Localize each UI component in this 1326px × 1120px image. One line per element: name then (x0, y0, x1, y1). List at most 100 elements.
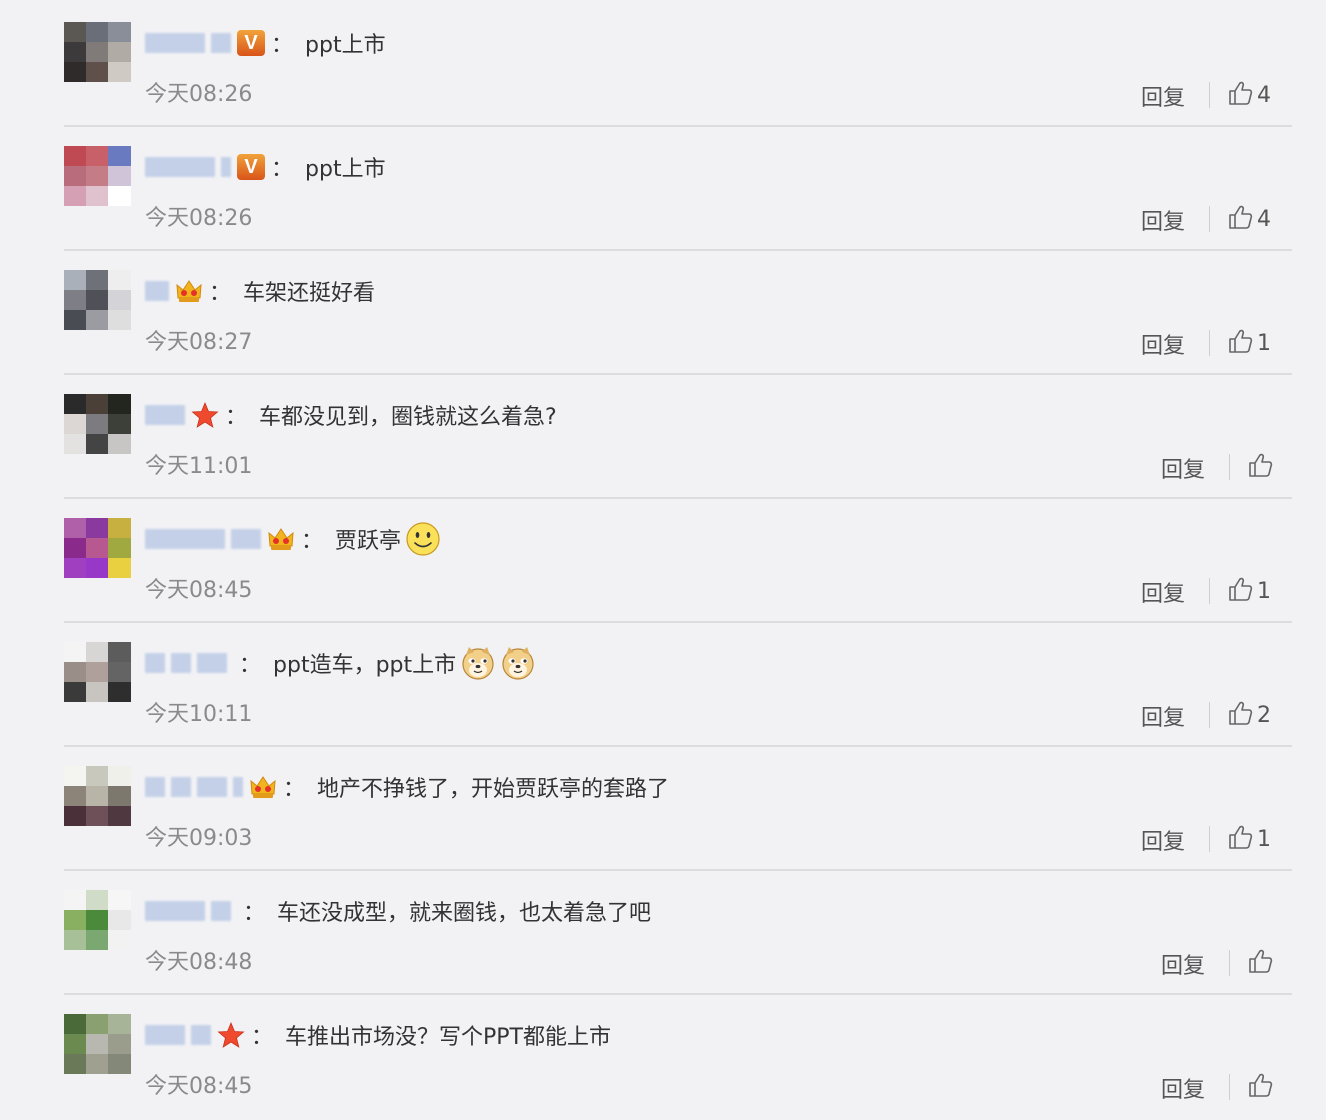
username-blurred[interactable] (211, 901, 231, 921)
username-blurred[interactable] (145, 281, 169, 301)
separator (1209, 206, 1210, 232)
avatar-pixel (64, 786, 87, 807)
avatar[interactable] (64, 518, 132, 578)
username-blurred[interactable] (145, 1025, 185, 1045)
reply-button[interactable]: 回复 (1161, 948, 1205, 980)
username-blurred[interactable] (145, 157, 215, 177)
username-blurred[interactable] (145, 777, 165, 797)
avatar[interactable] (64, 766, 132, 826)
avatar[interactable] (64, 270, 132, 330)
reply-button[interactable]: 回复 (1141, 328, 1185, 360)
reply-button[interactable]: 回复 (1141, 204, 1185, 236)
avatar-pixel (64, 518, 87, 539)
thumbs-up-icon (1227, 204, 1253, 234)
username-blurred[interactable] (171, 653, 191, 673)
thumbs-up-icon (1247, 1072, 1273, 1102)
divider (64, 497, 1292, 499)
like-button[interactable]: 1 (1227, 576, 1271, 606)
username-blurred[interactable] (145, 901, 205, 921)
avatar[interactable] (64, 890, 132, 950)
avatar-pixel (64, 930, 87, 950)
comment-text: ppt造车，ppt上市 (273, 653, 457, 678)
comment-line: ： 车都没见到，圈钱就这么着急? (145, 401, 557, 430)
username-blurred[interactable] (145, 33, 205, 53)
avatar-pixel (108, 42, 131, 63)
avatar[interactable] (64, 394, 132, 454)
username-blurred[interactable] (145, 405, 185, 425)
like-button[interactable]: 4 (1227, 204, 1271, 234)
avatar-pixel (108, 62, 131, 82)
avatar-pixel (64, 186, 87, 206)
avatar-pixel (64, 1034, 87, 1055)
colon: ： (239, 653, 262, 678)
avatar-pixel (86, 662, 109, 683)
like-button[interactable] (1247, 452, 1273, 482)
like-button[interactable]: 2 (1227, 700, 1271, 730)
avatar-pixel (64, 662, 87, 683)
reply-button[interactable]: 回复 (1141, 700, 1185, 732)
reply-button[interactable]: 回复 (1141, 80, 1185, 112)
username-blurred[interactable] (231, 529, 261, 549)
avatar-pixel (108, 806, 131, 826)
username-blurred[interactable] (145, 653, 165, 673)
avatar-pixel (64, 890, 87, 911)
like-count: 1 (1257, 330, 1271, 356)
star-icon (191, 401, 219, 429)
username-blurred[interactable] (171, 777, 191, 797)
like-button[interactable]: 1 (1227, 328, 1271, 358)
avatar-pixel (108, 146, 131, 167)
like-button[interactable] (1247, 1072, 1273, 1102)
like-button[interactable]: 1 (1227, 824, 1271, 854)
avatar-pixel (108, 786, 131, 807)
avatar-pixel (108, 558, 131, 578)
avatar-pixel (86, 394, 109, 415)
username-blurred[interactable] (233, 777, 243, 797)
avatar[interactable] (64, 22, 132, 82)
avatar-pixel (108, 662, 131, 683)
avatar-pixel (86, 414, 109, 435)
comment-text: ppt上市 (305, 157, 386, 182)
username-blurred[interactable] (211, 33, 231, 53)
like-button[interactable]: 4 (1227, 80, 1271, 110)
reply-button[interactable]: 回复 (1161, 452, 1205, 484)
comment-text: 车都没见到，圈钱就这么着急? (259, 405, 557, 430)
comment-item: ： 地产不挣钱了，开始贾跃亭的套路了 今天09:03 回复 1 (0, 748, 1326, 872)
avatar-pixel (108, 890, 131, 911)
star-icon (217, 1021, 245, 1049)
avatar[interactable] (64, 146, 132, 206)
separator (1209, 330, 1210, 356)
avatar-pixel (108, 310, 131, 330)
avatar-pixel (64, 434, 87, 454)
avatar-pixel (108, 518, 131, 539)
thumbs-up-icon (1227, 80, 1253, 110)
avatar-pixel (108, 22, 131, 43)
comment-item: ： 车架还挺好看 今天08:27 回复 1 (0, 252, 1326, 376)
username-blurred[interactable] (191, 1025, 211, 1045)
reply-button[interactable]: 回复 (1161, 1072, 1205, 1104)
avatar-pixel (64, 538, 87, 559)
smile-emoji-icon (405, 521, 441, 557)
separator (1229, 1074, 1230, 1100)
avatar-pixel (86, 518, 109, 539)
avatar-pixel (64, 42, 87, 63)
reply-button[interactable]: 回复 (1141, 576, 1185, 608)
avatar[interactable] (64, 642, 132, 702)
reply-button[interactable]: 回复 (1141, 824, 1185, 856)
username-blurred[interactable] (145, 529, 225, 549)
colon: ： (271, 33, 294, 58)
crown-icon (175, 278, 203, 304)
like-button[interactable] (1247, 948, 1273, 978)
separator (1209, 702, 1210, 728)
avatar-pixel (86, 538, 109, 559)
doge-emoji-icon (460, 645, 496, 681)
username-blurred[interactable] (197, 777, 227, 797)
avatar-pixel (108, 166, 131, 187)
comment-item: V： ppt上市 今天08:26 回复 4 (0, 128, 1326, 252)
username-blurred[interactable] (197, 653, 227, 673)
comment-time: 今天08:45 (145, 578, 253, 603)
avatar-pixel (64, 146, 87, 167)
comment-text: 地产不挣钱了，开始贾跃亭的套路了 (317, 777, 670, 802)
avatar-pixel (86, 310, 109, 330)
username-blurred[interactable] (221, 157, 231, 177)
avatar[interactable] (64, 1014, 132, 1074)
